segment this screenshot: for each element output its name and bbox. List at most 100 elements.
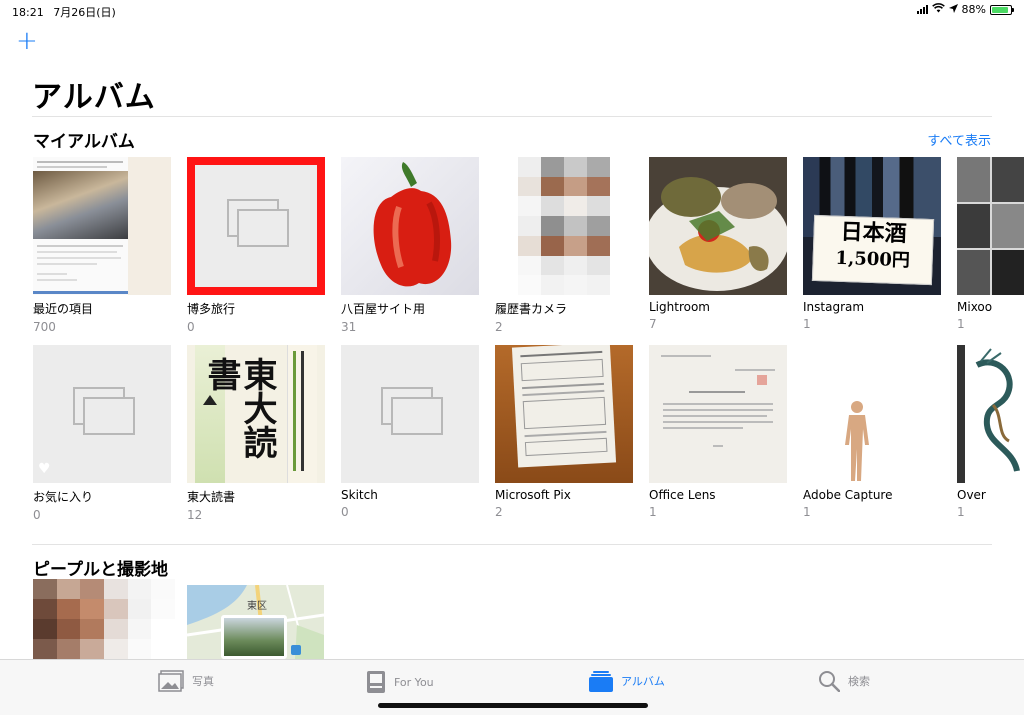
status-bar: 18:21 7月26日(日) 88% — [0, 0, 1024, 20]
album-count: 1 — [803, 317, 811, 331]
album-count: 1 — [649, 505, 657, 519]
location-arrow-icon — [948, 3, 958, 16]
album-thumbnail — [341, 345, 479, 483]
status-time: 18:21 — [12, 6, 44, 19]
sake-price-text: 1,500円 — [835, 247, 911, 272]
album-name: Skitch — [341, 488, 378, 502]
places-map-thumbnail[interactable]: 東区 — [187, 585, 324, 659]
album-count: 700 — [33, 320, 56, 334]
album-count: 2 — [495, 320, 503, 334]
section-divider — [32, 544, 992, 545]
album-name: Mixoo — [957, 300, 993, 314]
albums-icon — [589, 671, 613, 692]
empty-album-icon — [381, 387, 443, 435]
album-name: 東大読書 — [187, 490, 236, 504]
album-thumbnail-selected — [187, 157, 325, 295]
search-icon — [819, 671, 840, 692]
album-count: 1 — [957, 317, 965, 331]
food-plate-image — [649, 157, 787, 295]
bell-pepper-image — [373, 162, 452, 287]
album-thumbnail — [803, 345, 941, 483]
album-name: 八百屋サイト用 — [341, 302, 426, 316]
album-office-lens[interactable]: Office Lens 1 — [649, 345, 787, 519]
dragon-illustration-image — [975, 348, 1020, 472]
place-photo-pin — [221, 615, 287, 659]
album-thumbnail — [495, 345, 633, 483]
sake-sign-text: 日本酒 — [840, 218, 908, 248]
album-thumbnail: 東大読書 — [187, 345, 325, 483]
album-recents[interactable]: 最近の項目 700 — [33, 157, 171, 334]
album-name: Lightroom — [649, 300, 710, 314]
battery-percent: 88% — [961, 3, 986, 16]
tab-albums[interactable]: アルバム — [589, 670, 665, 692]
title-divider — [32, 116, 992, 117]
people-album-thumbnail[interactable] — [33, 579, 175, 659]
album-favorites[interactable]: ♥ お気に入り 0 — [33, 345, 171, 522]
album-thumbnail — [957, 157, 1024, 295]
album-thumbnail: ♥ — [33, 345, 171, 483]
blurred-face-image — [33, 579, 175, 659]
my-albums-title: マイアルバム — [33, 132, 135, 152]
tab-photos[interactable]: 写真 — [158, 670, 214, 692]
tab-label: 写真 — [192, 675, 214, 688]
album-count: 0 — [341, 505, 349, 519]
album-count: 0 — [187, 320, 195, 334]
home-indicator[interactable] — [378, 703, 648, 708]
tab-label: 検索 — [848, 675, 870, 688]
album-name: 履歴書カメラ — [495, 302, 568, 316]
album-count: 0 — [33, 508, 41, 522]
album-count: 12 — [187, 508, 203, 522]
album-skitch[interactable]: Skitch 0 — [341, 345, 479, 519]
album-name: Office Lens — [649, 488, 716, 502]
album-over[interactable]: Over 1 — [957, 345, 1024, 519]
album-count: 31 — [341, 320, 357, 334]
human-figure-image — [845, 401, 869, 481]
album-thumbnail — [495, 157, 633, 295]
tab-search[interactable]: 検索 — [818, 670, 870, 692]
status-date: 7月26日(日) — [53, 6, 116, 19]
album-thumbnail — [649, 157, 787, 295]
album-mixoo[interactable]: Mixoo 1 — [957, 157, 1024, 331]
album-thumbnail — [341, 157, 479, 295]
tab-label: アルバム — [621, 675, 665, 688]
album-name: Adobe Capture — [803, 488, 893, 502]
battery-icon — [990, 4, 1014, 15]
album-count: 7 — [649, 317, 657, 331]
album-lightroom[interactable]: Lightroom 7 — [649, 157, 787, 331]
album-name: お気に入り — [33, 490, 94, 504]
album-hakata-trip[interactable]: 博多旅行 0 — [187, 157, 325, 334]
cellular-signal-icon — [916, 5, 928, 14]
album-name: 最近の項目 — [33, 302, 94, 316]
empty-album-icon — [227, 199, 289, 247]
album-count: 1 — [803, 505, 811, 519]
tab-for-you[interactable]: For You — [366, 670, 434, 694]
map-district-label: 東区 — [247, 601, 267, 612]
album-instagram[interactable]: 日本酒 1,500円 Instagram 1 — [803, 157, 941, 331]
album-thumbnail — [33, 157, 171, 295]
album-name: Over — [957, 488, 986, 502]
album-count: 1 — [957, 505, 965, 519]
for-you-icon — [367, 671, 385, 693]
blurred-mosaic-image — [495, 157, 633, 295]
album-todai-dokusho[interactable]: 東大読書 東大読書 12 — [187, 345, 325, 522]
people-places-title: ピープルと撮影地 — [33, 560, 168, 580]
empty-album-icon — [73, 387, 135, 435]
album-adobe-capture[interactable]: Adobe Capture 1 — [803, 345, 941, 519]
album-greengrocer[interactable]: 八百屋サイト用 31 — [341, 157, 479, 334]
album-name: 博多旅行 — [187, 302, 236, 316]
book-title-text: 東大読書 — [201, 357, 277, 459]
album-thumbnail — [957, 345, 1024, 483]
album-name: Instagram — [803, 300, 865, 314]
album-resume-camera[interactable]: 履歴書カメラ 2 — [495, 157, 633, 334]
album-microsoft-pix[interactable]: Microsoft Pix 2 — [495, 345, 633, 519]
tab-label: For You — [394, 675, 434, 689]
wifi-icon — [931, 3, 945, 16]
see-all-link[interactable]: すべて表示 — [927, 130, 991, 149]
page-title: アルバム — [32, 80, 156, 115]
add-album-button[interactable]: + — [16, 28, 38, 54]
heart-icon: ♥ — [38, 461, 51, 477]
album-thumbnail — [649, 345, 787, 483]
album-name: Microsoft Pix — [495, 488, 571, 502]
airport-icon — [291, 645, 301, 655]
photos-icon — [158, 670, 184, 692]
